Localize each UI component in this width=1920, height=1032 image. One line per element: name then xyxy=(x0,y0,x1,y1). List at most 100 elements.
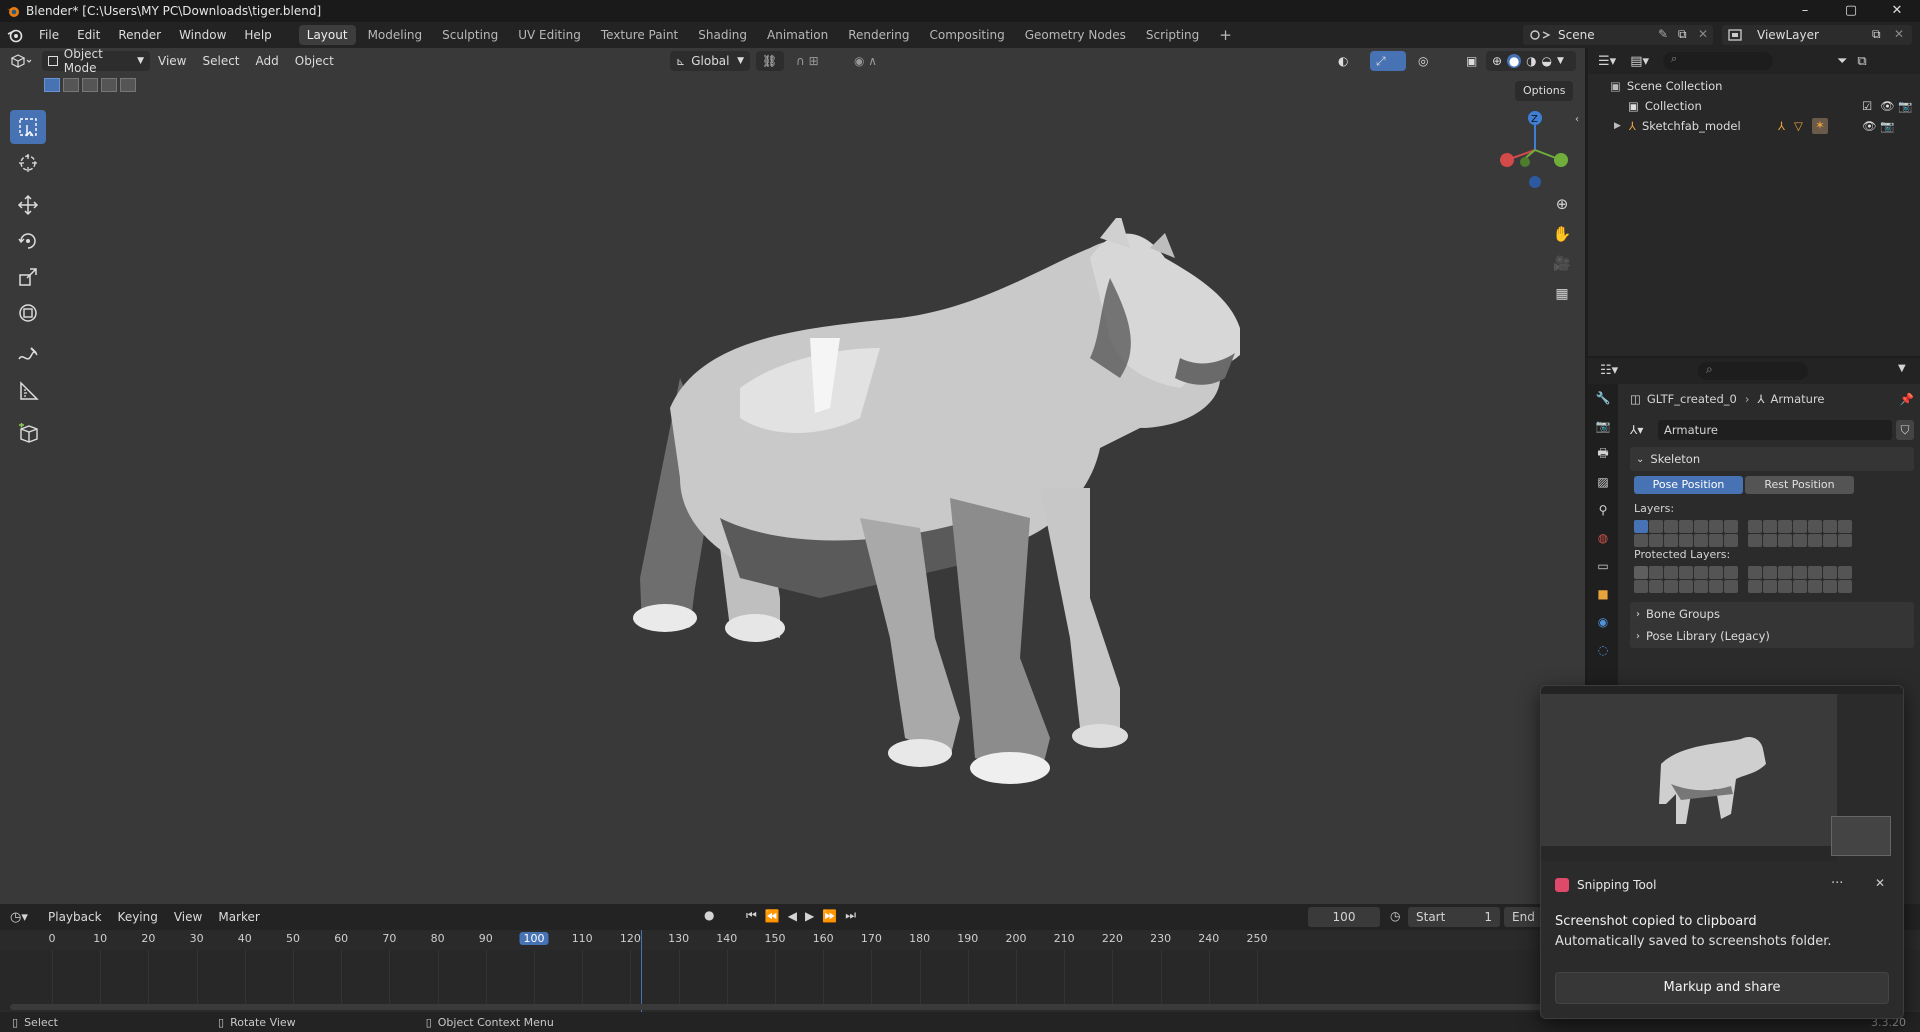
camera-icon[interactable]: 📷 xyxy=(1898,99,1912,113)
material-shading-icon[interactable]: ◑ xyxy=(1526,54,1536,68)
outliner-editor-icon[interactable]: ☰▾ xyxy=(1598,54,1616,69)
checkbox-icon[interactable]: ☑ xyxy=(1862,99,1872,113)
menu-add[interactable]: Add xyxy=(248,54,287,68)
timeline-scrollbar[interactable] xyxy=(10,1004,1590,1010)
chevron-down-icon[interactable]: ▼ xyxy=(1557,56,1564,66)
tiger-model[interactable] xyxy=(620,218,1240,818)
collection-tab[interactable]: ▭ xyxy=(1588,552,1618,580)
menu-edit[interactable]: Edit xyxy=(68,22,109,48)
pivot-dropdown[interactable]: ⛓ xyxy=(756,51,784,71)
screenshot-thumbnail[interactable] xyxy=(1541,686,1903,861)
menu-view[interactable]: View xyxy=(166,910,210,924)
view-layer-selector[interactable]: ViewLayer ⧉ ✕ xyxy=(1722,25,1912,45)
start-frame-field[interactable]: Start 1 xyxy=(1408,907,1500,927)
expand-arrow-icon[interactable]: ▶ xyxy=(1614,121,1621,131)
proportional-edit-toggle[interactable]: ◉ ∧ xyxy=(848,51,898,71)
camera-icon[interactable]: 📷 xyxy=(1880,119,1894,133)
transform-tool[interactable] xyxy=(10,296,46,330)
solid-shading-icon[interactable]: ● xyxy=(1507,54,1522,68)
record-icon[interactable]: ● xyxy=(704,908,714,922)
rest-position-button[interactable]: Rest Position xyxy=(1745,476,1854,494)
menu-object[interactable]: Object xyxy=(287,54,342,68)
perspective-toggle-button[interactable]: ▦ xyxy=(1549,281,1575,307)
object-tab[interactable]: ■ xyxy=(1588,580,1618,608)
pose-library-panel-header[interactable]: › Pose Library (Legacy) xyxy=(1630,624,1914,648)
close-button[interactable]: ✕ xyxy=(1874,0,1920,22)
select-new-icon[interactable] xyxy=(44,78,60,92)
minimize-button[interactable]: – xyxy=(1782,0,1828,22)
tab-scripting[interactable]: Scripting xyxy=(1138,25,1207,45)
move-tool[interactable] xyxy=(10,188,46,222)
menu-window[interactable]: Window xyxy=(170,22,235,48)
play-reverse-icon[interactable]: ◀ xyxy=(788,909,797,923)
current-frame-field[interactable]: 100 xyxy=(1308,907,1380,927)
end-frame-field[interactable]: End xyxy=(1504,907,1544,927)
gizmo-neg-z-axis[interactable] xyxy=(1529,176,1541,188)
menu-playback[interactable]: Playback xyxy=(40,910,110,924)
rendered-shading-icon[interactable]: ◒ xyxy=(1542,54,1552,68)
output-tab[interactable]: 🖶 xyxy=(1588,440,1618,468)
armature-browse-icon[interactable]: ⅄▾ xyxy=(1630,423,1658,437)
layers-grid-a[interactable] xyxy=(1634,520,1738,547)
outliner-row-sketchfab-model[interactable]: ▶ ⅄ Sketchfab_model ⅄ ▽ ✶ 👁 📷 xyxy=(1614,116,1908,136)
playhead[interactable] xyxy=(641,930,642,1014)
outliner-row-scene-collection[interactable]: ▣ Scene Collection xyxy=(1610,76,1722,96)
menu-help[interactable]: Help xyxy=(235,22,280,48)
scene-selector[interactable]: Scene ✎ ⧉ ✕ xyxy=(1523,25,1713,45)
add-cube-tool[interactable] xyxy=(10,416,46,450)
select-box-tool[interactable] xyxy=(10,110,46,144)
tab-compositing[interactable]: Compositing xyxy=(921,25,1012,45)
pose-position-button[interactable]: Pose Position xyxy=(1634,476,1743,494)
clock-icon[interactable]: ◷ xyxy=(1390,909,1400,923)
tab-modeling[interactable]: Modeling xyxy=(360,25,431,45)
play-icon[interactable]: ▶ xyxy=(805,909,814,923)
tab-animation[interactable]: Animation xyxy=(759,25,836,45)
select-invert-icon[interactable] xyxy=(101,78,117,92)
new-view-layer-icon[interactable]: ⧉ xyxy=(1872,27,1881,42)
maximize-button[interactable]: ▢ xyxy=(1828,0,1874,22)
new-scene-icon[interactable]: ⧉ xyxy=(1678,27,1687,42)
new-collection-icon[interactable]: ⧉ xyxy=(1857,54,1866,69)
menu-file[interactable]: File xyxy=(30,22,68,48)
overlay-toggle[interactable]: ◎ xyxy=(1412,51,1448,71)
display-mode-icon[interactable]: ▤▾ xyxy=(1630,54,1649,69)
select-extend-icon[interactable] xyxy=(63,78,79,92)
zoom-button[interactable]: ⊕ xyxy=(1549,191,1575,217)
timeline-editor-icon[interactable]: ◷▾ xyxy=(10,910,40,925)
options-dropdown[interactable]: Options xyxy=(1515,81,1574,101)
menu-view[interactable]: View xyxy=(150,54,194,68)
tab-layout[interactable]: Layout xyxy=(298,25,356,45)
tab-rendering[interactable]: Rendering xyxy=(840,25,917,45)
physics-tab[interactable]: ◉ xyxy=(1588,608,1618,636)
tab-geometry-nodes[interactable]: Geometry Nodes xyxy=(1017,25,1134,45)
blender-menu-icon[interactable] xyxy=(0,22,30,48)
jump-start-icon[interactable]: ⏮ xyxy=(746,908,757,923)
eye-icon[interactable]: 👁 xyxy=(1880,99,1895,113)
outliner-row-collection[interactable]: ▣ Collection ☑ 👁 📷 xyxy=(1628,96,1912,116)
menu-select[interactable]: Select xyxy=(194,54,247,68)
properties-search-input[interactable]: ⌕ xyxy=(1698,362,1808,380)
gizmo-x-axis[interactable] xyxy=(1500,153,1514,167)
armature-name-field[interactable]: Armature xyxy=(1658,420,1892,440)
scene-tab[interactable]: ⚲ xyxy=(1588,496,1618,524)
tab-texture-paint[interactable]: Texture Paint xyxy=(593,25,686,45)
tool-tab[interactable]: 🔧 xyxy=(1588,384,1618,412)
3d-viewport[interactable]: Object Mode ▼ View Select Add Object ⊾ G… xyxy=(0,47,1585,904)
prev-keyframe-icon[interactable]: ⏪ xyxy=(765,909,780,923)
pin-icon[interactable]: ✎ xyxy=(1658,27,1668,41)
delete-view-layer-icon[interactable]: ✕ xyxy=(1894,27,1904,41)
camera-view-button[interactable]: 🎥 xyxy=(1549,251,1575,277)
add-workspace-button[interactable]: + xyxy=(1211,25,1240,45)
wireframe-shading-icon[interactable]: ⊕ xyxy=(1492,54,1502,68)
gizmo-toggle[interactable]: ⤢ xyxy=(1370,51,1406,71)
pan-button[interactable]: ✋ xyxy=(1549,221,1575,247)
gizmo-neg-y-axis[interactable] xyxy=(1520,157,1530,167)
shading-modes[interactable]: ⊕ ● ◑ ◒ ▼ xyxy=(1486,51,1576,71)
fake-user-icon[interactable]: ⛉ xyxy=(1896,420,1914,440)
filter-icon[interactable]: ⏷ xyxy=(1837,54,1847,69)
mode-dropdown[interactable]: Object Mode ▼ xyxy=(42,47,150,75)
eye-icon[interactable]: 👁 xyxy=(1862,119,1877,133)
more-options-button[interactable]: ··· xyxy=(1831,876,1843,891)
gizmo-y-axis[interactable] xyxy=(1554,153,1568,167)
outliner-search-input[interactable]: ⌕ xyxy=(1663,52,1773,70)
